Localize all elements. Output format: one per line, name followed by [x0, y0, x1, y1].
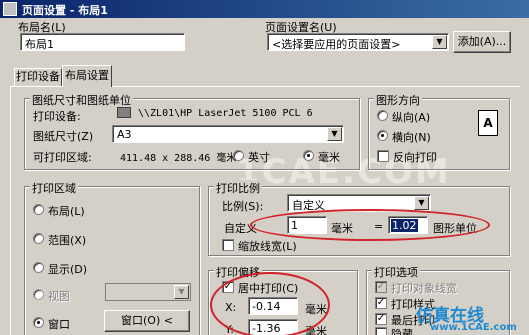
scale-lineweight-checkbox[interactable] — [222, 239, 234, 251]
scale-annotation-ellipse — [250, 209, 490, 241]
last-plot-checkbox[interactable]: ✓ — [375, 313, 387, 325]
title-bar[interactable]: 页面设置 - 布局1 — [0, 0, 529, 18]
paper-group-title: 图纸尺寸和图纸单位 — [30, 92, 133, 108]
view-radio-label: 视图 — [48, 290, 70, 303]
plot-options-group-title: 打印选项 — [372, 264, 420, 280]
chevron-down-icon[interactable]: ▼ — [432, 35, 447, 49]
window-radio[interactable] — [33, 317, 44, 328]
scale-lineweight-label: 缩放线宽(L) — [238, 240, 297, 253]
pick-window-button[interactable]: 窗口(O) < — [104, 310, 190, 332]
window-title: 页面设置 - 布局1 — [22, 4, 108, 17]
plot-styles-checkbox[interactable]: ✓ — [375, 297, 387, 309]
extents-radio[interactable] — [33, 233, 44, 244]
window-radio-label: 窗口 — [48, 318, 70, 331]
device-value: \\ZL01\HP LaserJet 5100 PCL 6 — [138, 108, 313, 119]
portrait-radio[interactable] — [377, 110, 388, 121]
unit-inch-radio[interactable] — [233, 150, 244, 161]
display-radio[interactable] — [33, 262, 44, 273]
plot-lineweight-label: 打印对象线宽 — [391, 282, 457, 295]
add-page-setup-button[interactable]: 添加(A)... — [453, 31, 511, 53]
app-icon — [3, 2, 17, 16]
view-radio[interactable] — [33, 289, 44, 300]
hide-objects-label: 隐藏 — [391, 328, 413, 335]
reverse-print-label: 反向打印 — [393, 151, 437, 164]
unit-mm-radio[interactable] — [303, 150, 314, 161]
tab-layout-settings[interactable]: 布局设置 — [62, 65, 112, 87]
paper-size-select[interactable]: A3 ▼ — [112, 125, 344, 143]
orientation-group-title: 图形方向 — [374, 92, 422, 108]
offset-annotation-ellipse — [210, 272, 330, 335]
layout-radio-label: 布局(L) — [48, 205, 85, 218]
tab-print-device[interactable]: 打印设备 — [14, 68, 62, 86]
plot-scale-group-title: 打印比例 — [214, 180, 262, 196]
chevron-down-icon[interactable]: ▼ — [174, 285, 189, 299]
layout-name-input[interactable]: 布局1 — [20, 33, 185, 51]
landscape-label: 横向(N) — [392, 131, 431, 144]
view-select[interactable]: ▼ — [105, 283, 191, 301]
layout-radio[interactable] — [33, 204, 44, 215]
reverse-print-checkbox[interactable] — [377, 150, 389, 162]
portrait-label: 纵向(A) — [392, 111, 431, 124]
display-radio-label: 显示(D) — [48, 263, 88, 276]
printable-area-value: 411.48 x 288.46 毫米 — [120, 153, 237, 164]
plot-lineweight-checkbox[interactable]: ✓ — [375, 281, 387, 293]
extents-radio-label: 范围(X) — [48, 234, 87, 247]
print-area-group-title: 打印区域 — [30, 180, 78, 196]
hide-objects-checkbox[interactable] — [375, 327, 387, 335]
chevron-down-icon[interactable]: ▼ — [327, 127, 342, 141]
printer-icon — [117, 107, 131, 118]
landscape-radio[interactable] — [377, 130, 388, 141]
unit-inch-label: 英寸 — [248, 151, 270, 164]
scale-ratio-label: 比例(S): — [222, 200, 264, 213]
layout-name-value: 布局1 — [25, 38, 54, 51]
brand-url: www.1CAE.com — [430, 322, 517, 333]
page-setup-value: <选择要应用的页面设置> — [272, 38, 401, 51]
paper-size-value: A3 — [117, 128, 132, 141]
page-setup-select[interactable]: <选择要应用的页面设置> ▼ — [267, 33, 449, 51]
unit-mm-label: 毫米 — [318, 151, 340, 164]
page-orientation-icon: A — [478, 110, 498, 136]
device-label: 打印设备: — [33, 110, 81, 123]
chevron-down-icon[interactable]: ▼ — [414, 196, 429, 210]
printable-area-label: 可打印区域: — [33, 151, 92, 164]
paper-size-label: 图纸尺寸(Z) — [33, 130, 94, 143]
